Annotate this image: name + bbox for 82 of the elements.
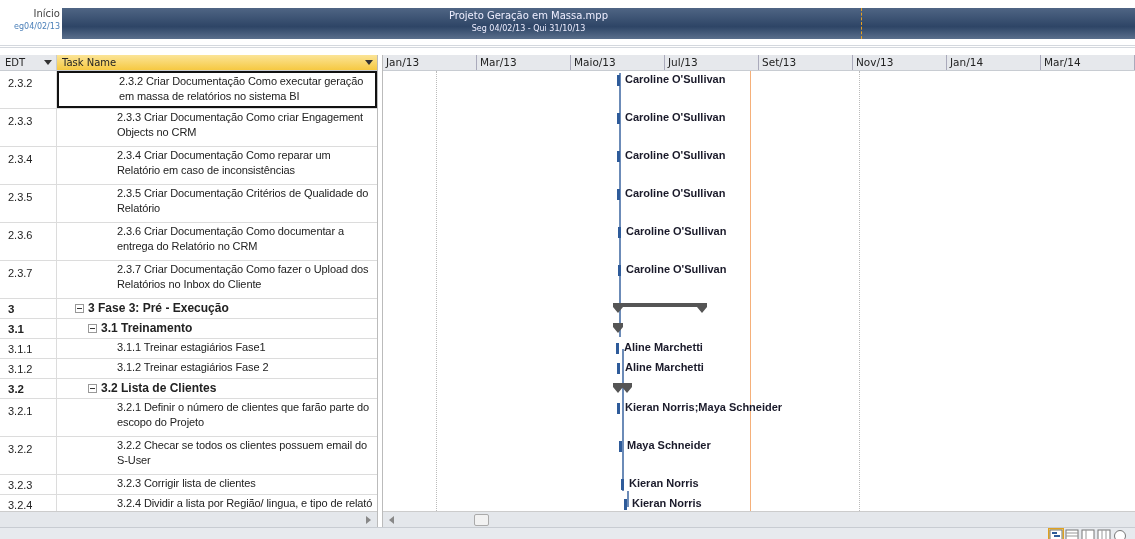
task-name-cell[interactable]: 3.1.1 Treinar estagiários Fase1 — [57, 339, 377, 358]
wbs-cell: 3.2 — [0, 379, 57, 398]
task-bar — [624, 499, 627, 510]
wbs-cell: 3.2.3 — [0, 475, 57, 494]
timescale-label: Maio/13 — [571, 55, 665, 70]
zoom-icon[interactable] — [1113, 529, 1127, 539]
scroll-right-icon[interactable] — [366, 515, 371, 524]
task-name-cell[interactable]: 3.2 Lista de Clientes — [57, 379, 377, 398]
task-bar — [616, 343, 619, 354]
resource-label: Caroline O'Sullivan — [625, 187, 726, 199]
wbs-cell: 2.3.7 — [0, 261, 57, 298]
column-header[interactable]: Task Name — [57, 55, 377, 70]
today-marker — [861, 8, 862, 39]
task-name-cell[interactable]: 3.1.2 Treinar estagiários Fase 2 — [57, 359, 377, 378]
task-bar — [617, 113, 620, 124]
task-name-cell[interactable]: 2.3.2 Criar Documentação Como executar geração em massa de relatórios no sistema BI — [57, 71, 377, 108]
wbs-cell: 2.3.3 — [0, 109, 57, 146]
resource-label: Aline Marchetti — [624, 341, 703, 353]
timescale-label: Jul/13 — [665, 55, 759, 70]
project-title: Projeto Geração em Massa.mpp — [448, 10, 609, 21]
gantt-view-icon[interactable] — [1049, 529, 1063, 539]
task-name-cell[interactable]: 3.2.1 Definir o número de clientes que farão parte do escopo do Projeto — [57, 399, 377, 436]
resource-label: Kieran Norris — [629, 477, 699, 489]
task-name-cell[interactable]: 3.2.3 Corrigir lista de clientes — [57, 475, 377, 494]
collapse-icon[interactable] — [88, 324, 97, 333]
resource-label: Caroline O'Sullivan — [625, 111, 726, 123]
summary-bar — [613, 383, 632, 393]
resource-sheet-icon[interactable] — [1097, 529, 1111, 539]
task-name-cell[interactable]: 2.3.3 Criar Documentação Como criar Engagement Objects no CRM — [57, 109, 377, 146]
task-bar — [618, 227, 621, 238]
horizontal-scrollbar[interactable] — [0, 511, 377, 527]
resource-label: Caroline O'Sullivan — [625, 73, 726, 85]
project-date-range: Seg 04/02/13 - Qui 31/10/13 — [471, 24, 586, 33]
task-bar — [617, 75, 620, 86]
timeline-start-label: Início — [33, 8, 60, 19]
task-name-cell[interactable]: 2.3.4 Criar Documentação Como reparar um Relatório em caso de inconsistências — [57, 147, 377, 184]
resource-label: Kieran Norris — [632, 497, 702, 509]
wbs-cell: 3.1.2 — [0, 359, 57, 378]
task-bar — [617, 403, 620, 414]
timescale-label: Set/13 — [759, 55, 853, 70]
summary-bar — [613, 323, 623, 333]
task-name-cell[interactable]: 2.3.7 Criar Documentação Como fazer o Upload dos Relatórios no Inbox do Cliente — [57, 261, 377, 298]
task-name-cell[interactable]: 3.2.4 Dividir a lista por Região/ lingua, e tipo de relató — [57, 495, 377, 511]
task-bar — [619, 441, 622, 452]
task-bar — [621, 479, 624, 490]
wbs-cell: 3 — [0, 299, 57, 318]
timescale-label: Mar/13 — [477, 55, 571, 70]
task-name-cell[interactable]: 3 Fase 3: Pré - Execução — [57, 299, 377, 318]
task-name-cell[interactable]: 3.1 Treinamento — [57, 319, 377, 338]
timescale-label: Jan/13 — [383, 55, 477, 70]
wbs-cell: 2.3.5 — [0, 185, 57, 222]
wbs-cell: 2.3.6 — [0, 223, 57, 260]
resource-label: Maya Schneider — [627, 439, 711, 451]
scroll-left-icon[interactable] — [389, 515, 394, 524]
dropdown-caret-icon[interactable] — [365, 60, 373, 65]
task-name-cell[interactable]: 2.3.6 Criar Documentação Como documentar a entrega do Relatório no CRM — [57, 223, 377, 260]
wbs-cell: 3.1.1 — [0, 339, 57, 358]
wbs-cell: 3.1 — [0, 319, 57, 338]
task-bar — [617, 151, 620, 162]
timeline-start-date: eg04/02/13 — [14, 22, 60, 31]
task-bar — [617, 189, 620, 200]
dropdown-caret-icon[interactable] — [44, 60, 52, 65]
timescale-label: Nov/13 — [853, 55, 947, 70]
collapse-icon[interactable] — [75, 304, 84, 313]
wbs-cell: 3.2.1 — [0, 399, 57, 436]
timescale-label: Jan/14 — [947, 55, 1041, 70]
task-name-cell[interactable]: 3.2.2 Checar se todos os clientes possuem email do S-User — [57, 437, 377, 474]
horizontal-scrollbar[interactable] — [383, 511, 1135, 527]
wbs-cell: 3.2.2 — [0, 437, 57, 474]
team-planner-icon[interactable] — [1081, 529, 1095, 539]
task-bar — [617, 363, 620, 374]
resource-label: Caroline O'Sullivan — [626, 225, 727, 237]
wbs-cell: 2.3.4 — [0, 147, 57, 184]
collapse-icon[interactable] — [88, 384, 97, 393]
wbs-cell: 2.3.2 — [0, 71, 57, 108]
resource-label: Aline Marchetti — [625, 361, 704, 373]
timescale-label: Mar/14 — [1041, 55, 1135, 70]
task-name-cell[interactable]: 2.3.5 Criar Documentação Critérios de Qualidade do Relatório — [57, 185, 377, 222]
task-bar — [618, 265, 621, 276]
scroll-thumb[interactable] — [474, 513, 489, 526]
resource-label: Caroline O'Sullivan — [626, 263, 727, 275]
resource-label: Caroline O'Sullivan — [625, 149, 726, 161]
